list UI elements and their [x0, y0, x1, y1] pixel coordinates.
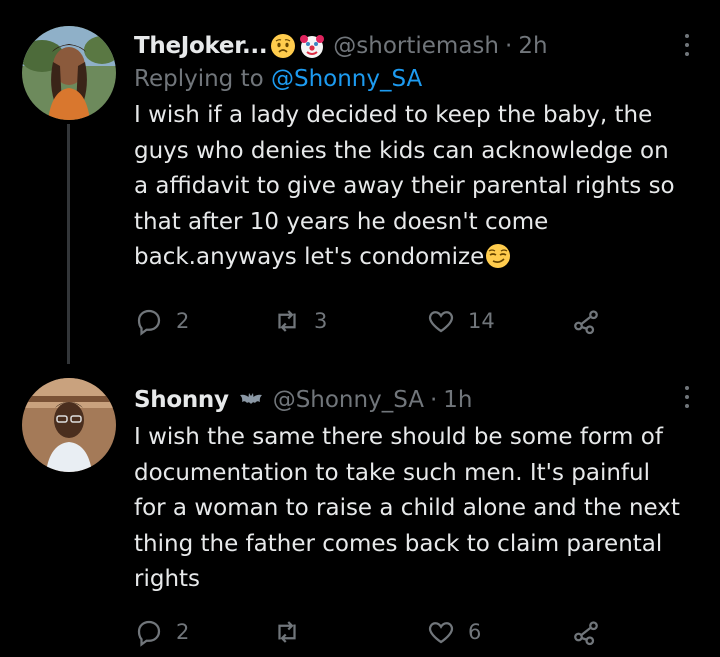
like-button[interactable]: 14 [426, 306, 495, 336]
more-options-icon[interactable] [682, 34, 692, 61]
timestamp[interactable]: 2h [518, 33, 547, 59]
tweet-text-body: I wish if a lady decided to keep the bab… [134, 102, 675, 271]
avatar[interactable] [22, 378, 116, 472]
worried-face-icon [271, 34, 296, 58]
reply-count: 2 [176, 620, 190, 644]
timestamp[interactable]: 1h [443, 387, 472, 413]
tweet-2[interactable]: Shonny @Shonny_SA · 1h I wish the same t… [0, 360, 720, 657]
retweet-icon [278, 621, 296, 643]
clown-face-icon [300, 35, 325, 58]
like-count: 6 [468, 620, 482, 644]
tweet-text: I wish the same there should be some for… [134, 424, 680, 593]
reply-button[interactable]: 2 [134, 306, 189, 336]
retweet-button[interactable]: 3 [272, 306, 327, 336]
share-button[interactable] [571, 617, 601, 647]
heart-icon [428, 311, 454, 333]
reply-count: 2 [176, 309, 190, 333]
retweet-button[interactable] [272, 617, 314, 647]
share-icon [574, 621, 598, 646]
replying-to-mention[interactable]: @Shonny_SA [271, 66, 422, 92]
handle[interactable]: @shortiemash [333, 33, 499, 59]
display-name[interactable]: TheJoker... [134, 33, 268, 59]
replying-to: Replying to @Shonny_SA [134, 62, 680, 96]
handle[interactable]: @Shonny_SA [273, 387, 424, 413]
share-button[interactable] [571, 306, 601, 336]
tweet-text: I wish if a lady decided to keep the bab… [134, 98, 680, 276]
separator: · [429, 387, 438, 413]
share-icon [574, 310, 598, 335]
bat-icon [239, 393, 262, 404]
tweet-actions: 2 3 14 [134, 306, 614, 340]
retweet-icon [278, 310, 296, 332]
retweet-count: 3 [314, 309, 328, 333]
like-button[interactable]: 6 [426, 617, 481, 647]
reply-icon [137, 620, 161, 647]
like-count: 14 [468, 309, 495, 333]
heart-icon [428, 622, 454, 644]
thread-line [67, 124, 70, 364]
smirking-face-icon [486, 244, 511, 269]
avatar[interactable] [22, 26, 116, 120]
tweet-actions: 2 6 [134, 617, 614, 651]
tweet-header: TheJoker... @shortiemash · 2h [134, 28, 680, 64]
separator: · [505, 33, 513, 59]
tweet-1[interactable]: TheJoker... @shortiemash · 2h Replying t… [0, 0, 720, 364]
tweet-header: Shonny @Shonny_SA · 1h [134, 382, 680, 418]
more-options-icon[interactable] [682, 386, 692, 413]
display-name[interactable]: Shonny [134, 387, 229, 413]
reply-icon [137, 309, 161, 336]
reply-button[interactable]: 2 [134, 617, 189, 647]
replying-prefix: Replying to [134, 66, 264, 92]
